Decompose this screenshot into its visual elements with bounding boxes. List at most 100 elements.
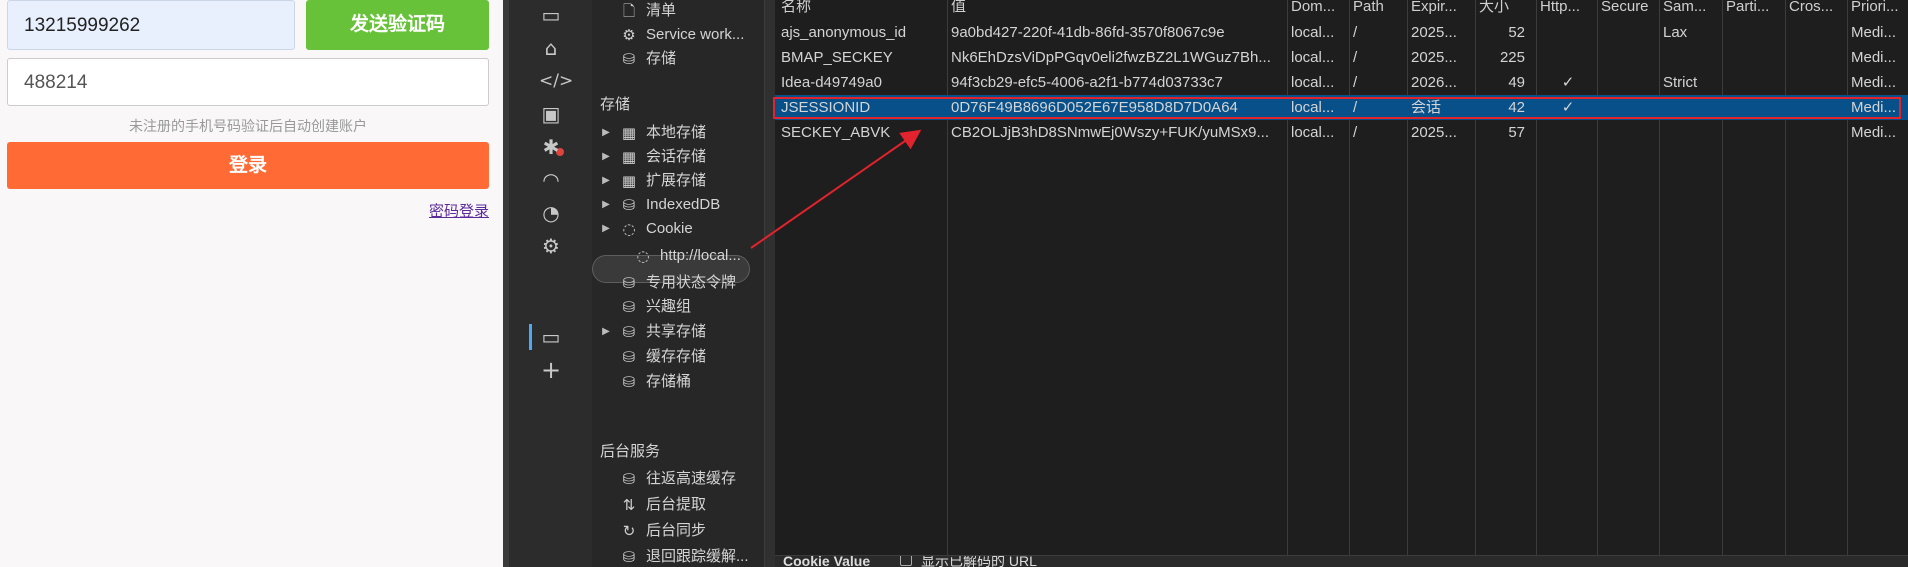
- table-cell: ajs_anonymous_id: [781, 24, 907, 41]
- table-cell: 225: [1499, 49, 1525, 66]
- table-cell: [1601, 45, 1659, 70]
- application-panel-icon[interactable]: ▭: [539, 325, 563, 349]
- console-icon[interactable]: ▣: [539, 102, 563, 126]
- table-cell: 57: [1508, 124, 1525, 141]
- tree-item-label: 专用状态令牌: [646, 274, 737, 291]
- performance-icon[interactable]: ◔: [539, 201, 563, 225]
- table-cell: 2025...: [1411, 124, 1457, 141]
- tree-item[interactable]: ⛁ 专用状态令牌: [600, 270, 770, 296]
- tree-item[interactable]: ◌ http://local...: [614, 243, 784, 269]
- table-cell: CB2OLJjB3hD8SNmwEj0Wszy+FUK/yuMSx9...: [951, 124, 1270, 141]
- tree-item-label: 缓存存储: [646, 348, 707, 365]
- grid-icon: ▦: [621, 124, 637, 142]
- table-cell: [1601, 120, 1659, 145]
- database-icon: ⛁: [622, 196, 636, 214]
- table-row[interactable]: ajs_anonymous_id 9a0bd427-220f-41db-86fd-…: [775, 20, 1908, 45]
- tree-item[interactable]: ⛁ 往返高速缓存: [600, 466, 770, 492]
- expand-arrow-icon[interactable]: ▶: [600, 168, 612, 194]
- tree-item[interactable]: ⛁ 退回跟踪缓解...: [600, 544, 770, 567]
- expand-arrow-icon[interactable]: ▶: [600, 319, 612, 345]
- sidebar-resizer[interactable]: [765, 0, 775, 567]
- table-cell: ✓: [1561, 74, 1575, 91]
- password-login-link[interactable]: 密码登录: [429, 200, 489, 221]
- phone-input[interactable]: 13215999262: [7, 0, 295, 50]
- tree-item[interactable]: ⚙ Service work...: [600, 22, 770, 48]
- column-header[interactable]: Priori...: [1851, 0, 1908, 20]
- tree-item[interactable]: ▶ ◌ Cookie: [600, 216, 770, 242]
- column-header[interactable]: 名称: [781, 0, 949, 20]
- tree-item-label: 扩展存储: [646, 172, 707, 189]
- tree-item[interactable]: ⛁ 存储桶: [600, 369, 770, 395]
- table-cell: 9a0bd427-220f-41db-86fd-3570f8067c9e: [951, 24, 1225, 41]
- table-cell: Nk6EhDzsViDpPGqv0eli2fwzBZ2L1WGuz7Bh...: [951, 49, 1271, 66]
- tree-item[interactable]: ▶ ▦ 本地存储: [600, 120, 770, 146]
- send-code-button[interactable]: 发送验证码: [306, 0, 489, 50]
- debug-bug-icon[interactable]: ✱: [539, 135, 563, 159]
- wifi-network-icon[interactable]: ◠: [539, 168, 563, 192]
- expand-arrow-icon[interactable]: ▶: [600, 120, 612, 146]
- settings-gear-icon[interactable]: ⚙: [539, 234, 563, 258]
- table-cell: 2025...: [1411, 49, 1457, 66]
- table-row[interactable]: Idea-d49749a0 94f3cb29-efc5-4006-a2f1-b77…: [775, 70, 1908, 95]
- login-panel: 13215999262 发送验证码 488214 未注册的手机号码验证后自动创建…: [0, 0, 503, 567]
- tree-item[interactable]: ▶ ▦ 扩展存储: [600, 168, 770, 194]
- column-header[interactable]: Path: [1353, 0, 1409, 20]
- column-header[interactable]: Parti...: [1726, 0, 1784, 20]
- column-header[interactable]: Sam...: [1663, 0, 1723, 20]
- cookie-icon: ◌: [622, 220, 636, 238]
- table-row[interactable]: SECKEY_ABVK CB2OLJjB3hD8SNmwEj0Wszy+FUK/y…: [775, 120, 1908, 145]
- table-cell: [1540, 45, 1596, 70]
- database-icon: ⛁: [622, 348, 636, 366]
- tree-item[interactable]: ↻ 后台同步: [600, 518, 770, 544]
- screen: 13215999262 发送验证码 488214 未注册的手机号码验证后自动创建…: [0, 0, 1908, 567]
- table-cell: Lax: [1663, 24, 1688, 41]
- database-icon: ⛁: [622, 50, 636, 68]
- expand-arrow-icon[interactable]: ▶: [600, 216, 612, 242]
- tree-item-label: 后台同步: [646, 522, 707, 539]
- storage-section-header: 存储: [600, 96, 631, 113]
- show-decoded-url-checkbox[interactable]: [900, 556, 912, 566]
- tree-item-label: Cookie: [646, 220, 693, 237]
- tree-item[interactable]: ▶ ▦ 会话存储: [600, 144, 770, 170]
- login-button[interactable]: 登录: [7, 142, 489, 189]
- column-header[interactable]: Http...: [1540, 0, 1596, 20]
- table-cell: 52: [1508, 24, 1525, 41]
- tree-item[interactable]: ▶ ⛁ 共享存储: [600, 319, 770, 345]
- tree-item[interactable]: 🗋 清单: [600, 0, 770, 24]
- verification-code-input[interactable]: 488214: [7, 58, 489, 106]
- table-row[interactable]: BMAP_SECKEY Nk6EhDzsViDpPGqv0eli2fwzBZ2L1…: [775, 45, 1908, 70]
- home-icon[interactable]: ⌂: [539, 36, 563, 60]
- tree-item[interactable]: ▶ ⛁ IndexedDB: [600, 192, 770, 218]
- background-services-header: 后台服务: [600, 443, 661, 460]
- tree-item[interactable]: ⇅ 后台提取: [600, 492, 770, 518]
- tree-item[interactable]: ⛁ 兴趣组: [600, 294, 770, 320]
- database-icon: ⛁: [622, 470, 636, 488]
- table-cell: BMAP_SECKEY: [781, 49, 893, 66]
- database-icon: ⛁: [622, 323, 636, 341]
- cookie-value-pane: Cookie Value 显示已解码的 URL: [775, 555, 1908, 567]
- gear-file-icon: ⚙: [622, 26, 636, 44]
- tree-item-label: 本地存储: [646, 124, 707, 141]
- tree-item-label: 存储桶: [646, 373, 692, 390]
- column-header[interactable]: Dom...: [1291, 0, 1349, 20]
- expand-arrow-icon[interactable]: ▶: [600, 192, 612, 218]
- column-header[interactable]: Secure: [1601, 0, 1659, 20]
- expand-arrow-icon[interactable]: ▶: [600, 144, 612, 170]
- browser-window-icon[interactable]: ▭: [539, 3, 563, 27]
- table-cell: [1663, 120, 1723, 145]
- column-header[interactable]: Expir...: [1411, 0, 1477, 20]
- column-header[interactable]: 值: [951, 0, 1289, 20]
- tree-item[interactable]: ⛁ 存储: [600, 46, 770, 72]
- add-tool-icon[interactable]: +: [539, 358, 563, 382]
- column-header[interactable]: Cros...: [1789, 0, 1847, 20]
- table-cell: [1540, 20, 1596, 45]
- table-cell: 2025...: [1411, 24, 1457, 41]
- database-icon: ⛁: [622, 548, 636, 566]
- table-cell: [1540, 120, 1596, 145]
- tree-item[interactable]: ⛁ 缓存存储: [600, 344, 770, 370]
- code-icon[interactable]: </>: [539, 69, 573, 93]
- table-cell: [1726, 45, 1784, 70]
- column-header[interactable]: 大小: [1479, 0, 1535, 20]
- tree-item-label: 退回跟踪缓解...: [646, 548, 749, 565]
- sync-icon: ↻: [622, 522, 636, 540]
